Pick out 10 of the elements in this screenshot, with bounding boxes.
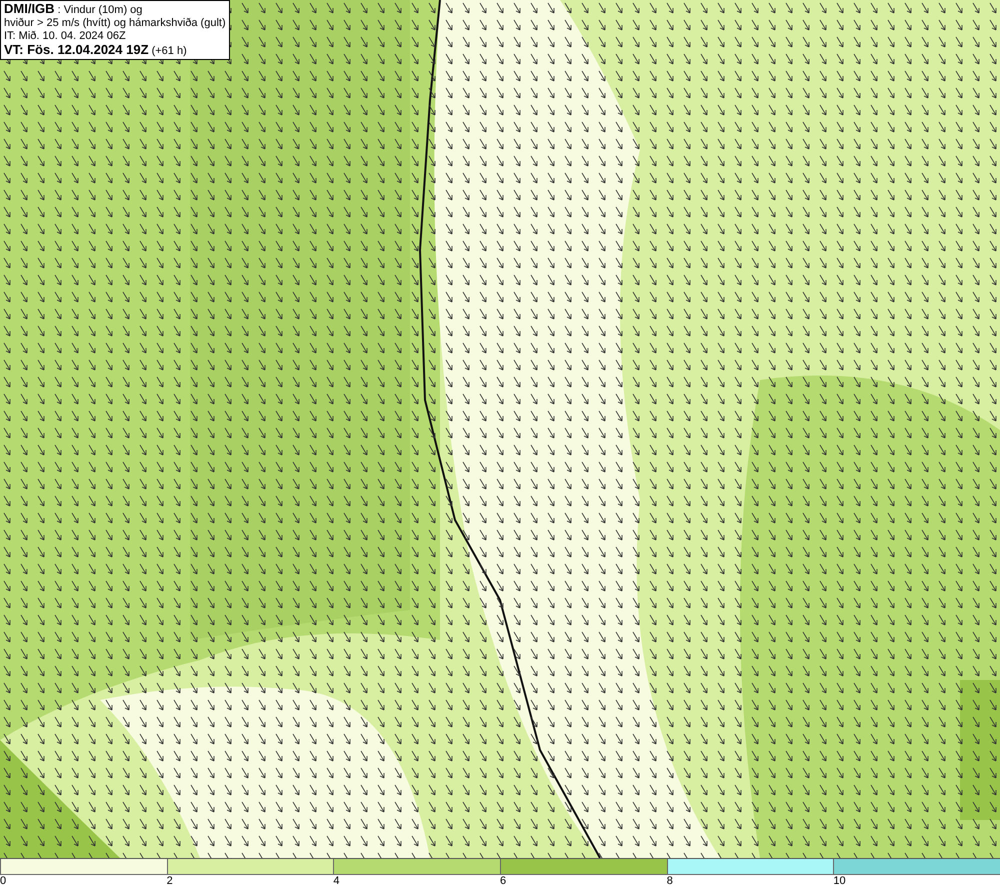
legend-tick-label: 2: [166, 875, 174, 887]
legend-tick-label: 4: [333, 875, 340, 887]
map-info-text: hviður > 25 m/s (hvítt) og hámarkshviða (gult): [4, 17, 226, 30]
legend-tick-label: 6: [500, 875, 508, 887]
map-info-text: IT: Mið. 10. 04. 2024 06Z: [4, 30, 127, 43]
legend-tick-label: 8: [666, 875, 674, 887]
legend-tick-label: 10: [833, 875, 847, 887]
legend-tick-label: 0: [0, 875, 8, 887]
map-info-text: VT: Fös. 12.04.2024 19Z (+61 h): [4, 43, 188, 58]
map-info-text: DMI/IGB : Vindur (10m) og: [4, 2, 144, 17]
